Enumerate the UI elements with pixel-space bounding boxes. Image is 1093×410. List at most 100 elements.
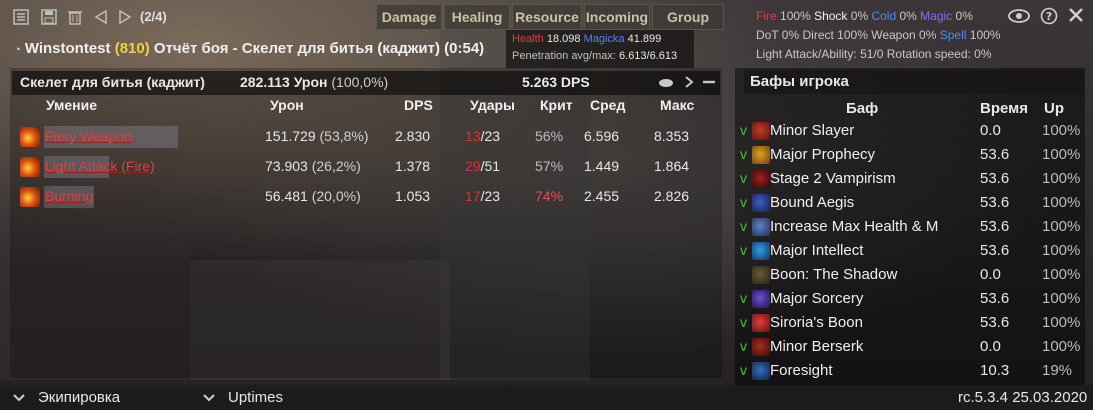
buff-icon xyxy=(752,218,770,236)
skill-damage: 56.481 (20,0%) xyxy=(265,188,361,204)
player-level: (810) xyxy=(114,40,150,57)
buff-row[interactable]: v Major Sorcery 53.6 100% xyxy=(738,287,1084,311)
buff-uptime: 100% xyxy=(1042,242,1081,259)
buff-checkmark[interactable]: v xyxy=(740,242,747,258)
col-damage[interactable]: Урон xyxy=(270,97,304,113)
skill-dps: 1.053 xyxy=(395,188,431,204)
total-damage-label: Урон xyxy=(293,74,328,90)
buff-checkmark[interactable]: v xyxy=(740,146,747,162)
col-dps[interactable]: DPS xyxy=(404,97,433,113)
buff-name: Major Sorcery xyxy=(770,290,864,307)
fight-report-title: ◔ Winstontest (810) Отчёт боя - Скелет д… xyxy=(14,40,484,57)
buff-checkmark[interactable]: v xyxy=(740,290,747,306)
buff-row[interactable]: v Siroria's Boon 53.6 100% xyxy=(738,311,1084,335)
chevron-down-icon[interactable] xyxy=(202,391,216,408)
tab-incoming[interactable]: Incoming xyxy=(584,4,650,30)
equipment-button[interactable]: Экипировка xyxy=(38,389,120,406)
chevron-down-icon[interactable] xyxy=(12,391,26,408)
skill-row[interactable]: Fiery Weapon 151.729 (53,8%) 2.830 13/23… xyxy=(18,124,720,150)
buff-row[interactable]: v Bound Aegis 53.6 100% xyxy=(738,191,1084,215)
damage-panel xyxy=(10,68,722,378)
buff-row[interactable]: v Major Intellect 53.6 100% xyxy=(738,239,1084,263)
skill-row[interactable]: Light Attack (Fire) 73.903 (26,2%) 1.378… xyxy=(18,154,720,180)
tab-damage[interactable]: Damage xyxy=(376,4,442,30)
crit-stats-line-1: Fire 100% Shock 0% Cold 0% Magic 0% xyxy=(756,9,973,23)
skill-row[interactable]: Burning 56.481 (20,0%) 1.053 17/23 74% 2… xyxy=(18,184,720,210)
buff-checkmark[interactable]: v xyxy=(740,338,747,354)
buff-row[interactable]: v Stage 2 Vampirism 53.6 100% xyxy=(738,167,1084,191)
col-up[interactable]: Up xyxy=(1044,100,1064,117)
next-arrow-icon[interactable] xyxy=(116,8,134,26)
fire-icon xyxy=(20,127,40,147)
buff-uptime: 100% xyxy=(1042,122,1081,139)
buff-checkmark[interactable]: v xyxy=(740,362,747,378)
magic-label: Magic xyxy=(920,9,953,23)
buff-time: 53.6 xyxy=(980,194,1010,211)
damage-header: Скелет для битья (каджит) 282.113 Урон (… xyxy=(12,71,720,95)
buff-time: 53.6 xyxy=(980,242,1010,259)
buff-uptime: 100% xyxy=(1042,338,1081,355)
skill-dps: 2.830 xyxy=(395,128,431,144)
skill-name[interactable]: Light Attack (Fire) xyxy=(45,158,155,174)
minimize-icon[interactable] xyxy=(702,74,716,93)
buff-time: 53.6 xyxy=(980,146,1010,163)
col-buff[interactable]: Баф xyxy=(846,100,878,117)
chevron-right-icon[interactable] xyxy=(682,74,696,93)
eye-icon[interactable] xyxy=(1008,7,1030,25)
penetration-label: Penetration avg/max: xyxy=(512,50,616,62)
buff-time: 0.0 xyxy=(980,338,1001,355)
status-bar: Экипировка Uptimes rc.5.3.4 25.03.2020 xyxy=(0,385,1093,410)
shock-label: Shock xyxy=(814,9,848,23)
tab-resource[interactable]: Resource xyxy=(512,4,582,30)
penetration-value: 6.613/6.613 xyxy=(619,50,678,62)
col-time[interactable]: Время xyxy=(980,100,1028,117)
buff-icon xyxy=(752,362,770,380)
toggle-view-icon[interactable] xyxy=(658,74,674,93)
skill-damage: 73.903 (26,2%) xyxy=(265,158,361,174)
previous-arrow-icon[interactable] xyxy=(92,8,110,26)
buff-row[interactable]: Boon: The Shadow 0.0 100% xyxy=(738,263,1084,287)
direct-label: Direct xyxy=(802,28,834,42)
weapon-value: 0% xyxy=(919,28,937,42)
uptimes-button[interactable]: Uptimes xyxy=(228,389,283,406)
report-list-icon[interactable] xyxy=(12,8,30,26)
fire-label: Fire xyxy=(756,9,777,23)
tab-healing[interactable]: Healing xyxy=(444,4,510,30)
col-avg[interactable]: Сред xyxy=(590,97,625,113)
skill-total-hits: /51 xyxy=(480,158,501,174)
fire-icon xyxy=(20,187,40,207)
buff-checkmark[interactable]: v xyxy=(740,170,747,186)
skill-name[interactable]: Fiery Weapon xyxy=(45,128,132,144)
delete-icon[interactable] xyxy=(66,8,84,26)
tab-group[interactable]: Group xyxy=(652,4,724,30)
direct-value: 100% xyxy=(837,28,868,42)
buff-uptime: 100% xyxy=(1042,290,1081,307)
col-crit[interactable]: Крит xyxy=(540,97,573,113)
buff-icon xyxy=(752,194,770,212)
buff-checkmark[interactable]: v xyxy=(740,314,747,330)
col-max[interactable]: Макс xyxy=(660,97,694,113)
buff-time: 0.0 xyxy=(980,122,1001,139)
buff-name: Stage 2 Vampirism xyxy=(770,170,896,187)
buff-row[interactable]: v Major Prophecy 53.6 100% xyxy=(738,143,1084,167)
buff-row[interactable]: v Increase Max Health & M 53.6 100% xyxy=(738,215,1084,239)
skill-name[interactable]: Burning xyxy=(45,188,93,204)
buff-checkmark[interactable]: v xyxy=(740,218,747,234)
player-icon: ◔ xyxy=(14,44,21,56)
col-skill[interactable]: Умение xyxy=(46,97,97,113)
save-icon[interactable] xyxy=(40,8,58,26)
buff-uptime: 100% xyxy=(1042,146,1081,163)
buff-checkmark[interactable]: v xyxy=(740,194,747,210)
buff-row[interactable]: v Minor Berserk 0.0 100% xyxy=(738,335,1084,359)
buff-checkmark[interactable]: v xyxy=(740,122,747,138)
help-icon[interactable]: ? xyxy=(1040,7,1058,25)
skill-crit-hits: 29 xyxy=(465,158,481,174)
col-hits[interactable]: Удары xyxy=(470,97,515,113)
skill-damage-value: 73.903 xyxy=(265,158,308,174)
skill-crit-percent: 56% xyxy=(535,128,564,144)
buff-row[interactable]: v Foresight 10.3 19% xyxy=(738,359,1084,383)
buff-row[interactable]: v Minor Slayer 0.0 100% xyxy=(738,119,1084,143)
buff-time: 53.6 xyxy=(980,218,1010,235)
close-icon[interactable] xyxy=(1067,6,1085,24)
magicka-value: 41.899 xyxy=(627,33,662,45)
